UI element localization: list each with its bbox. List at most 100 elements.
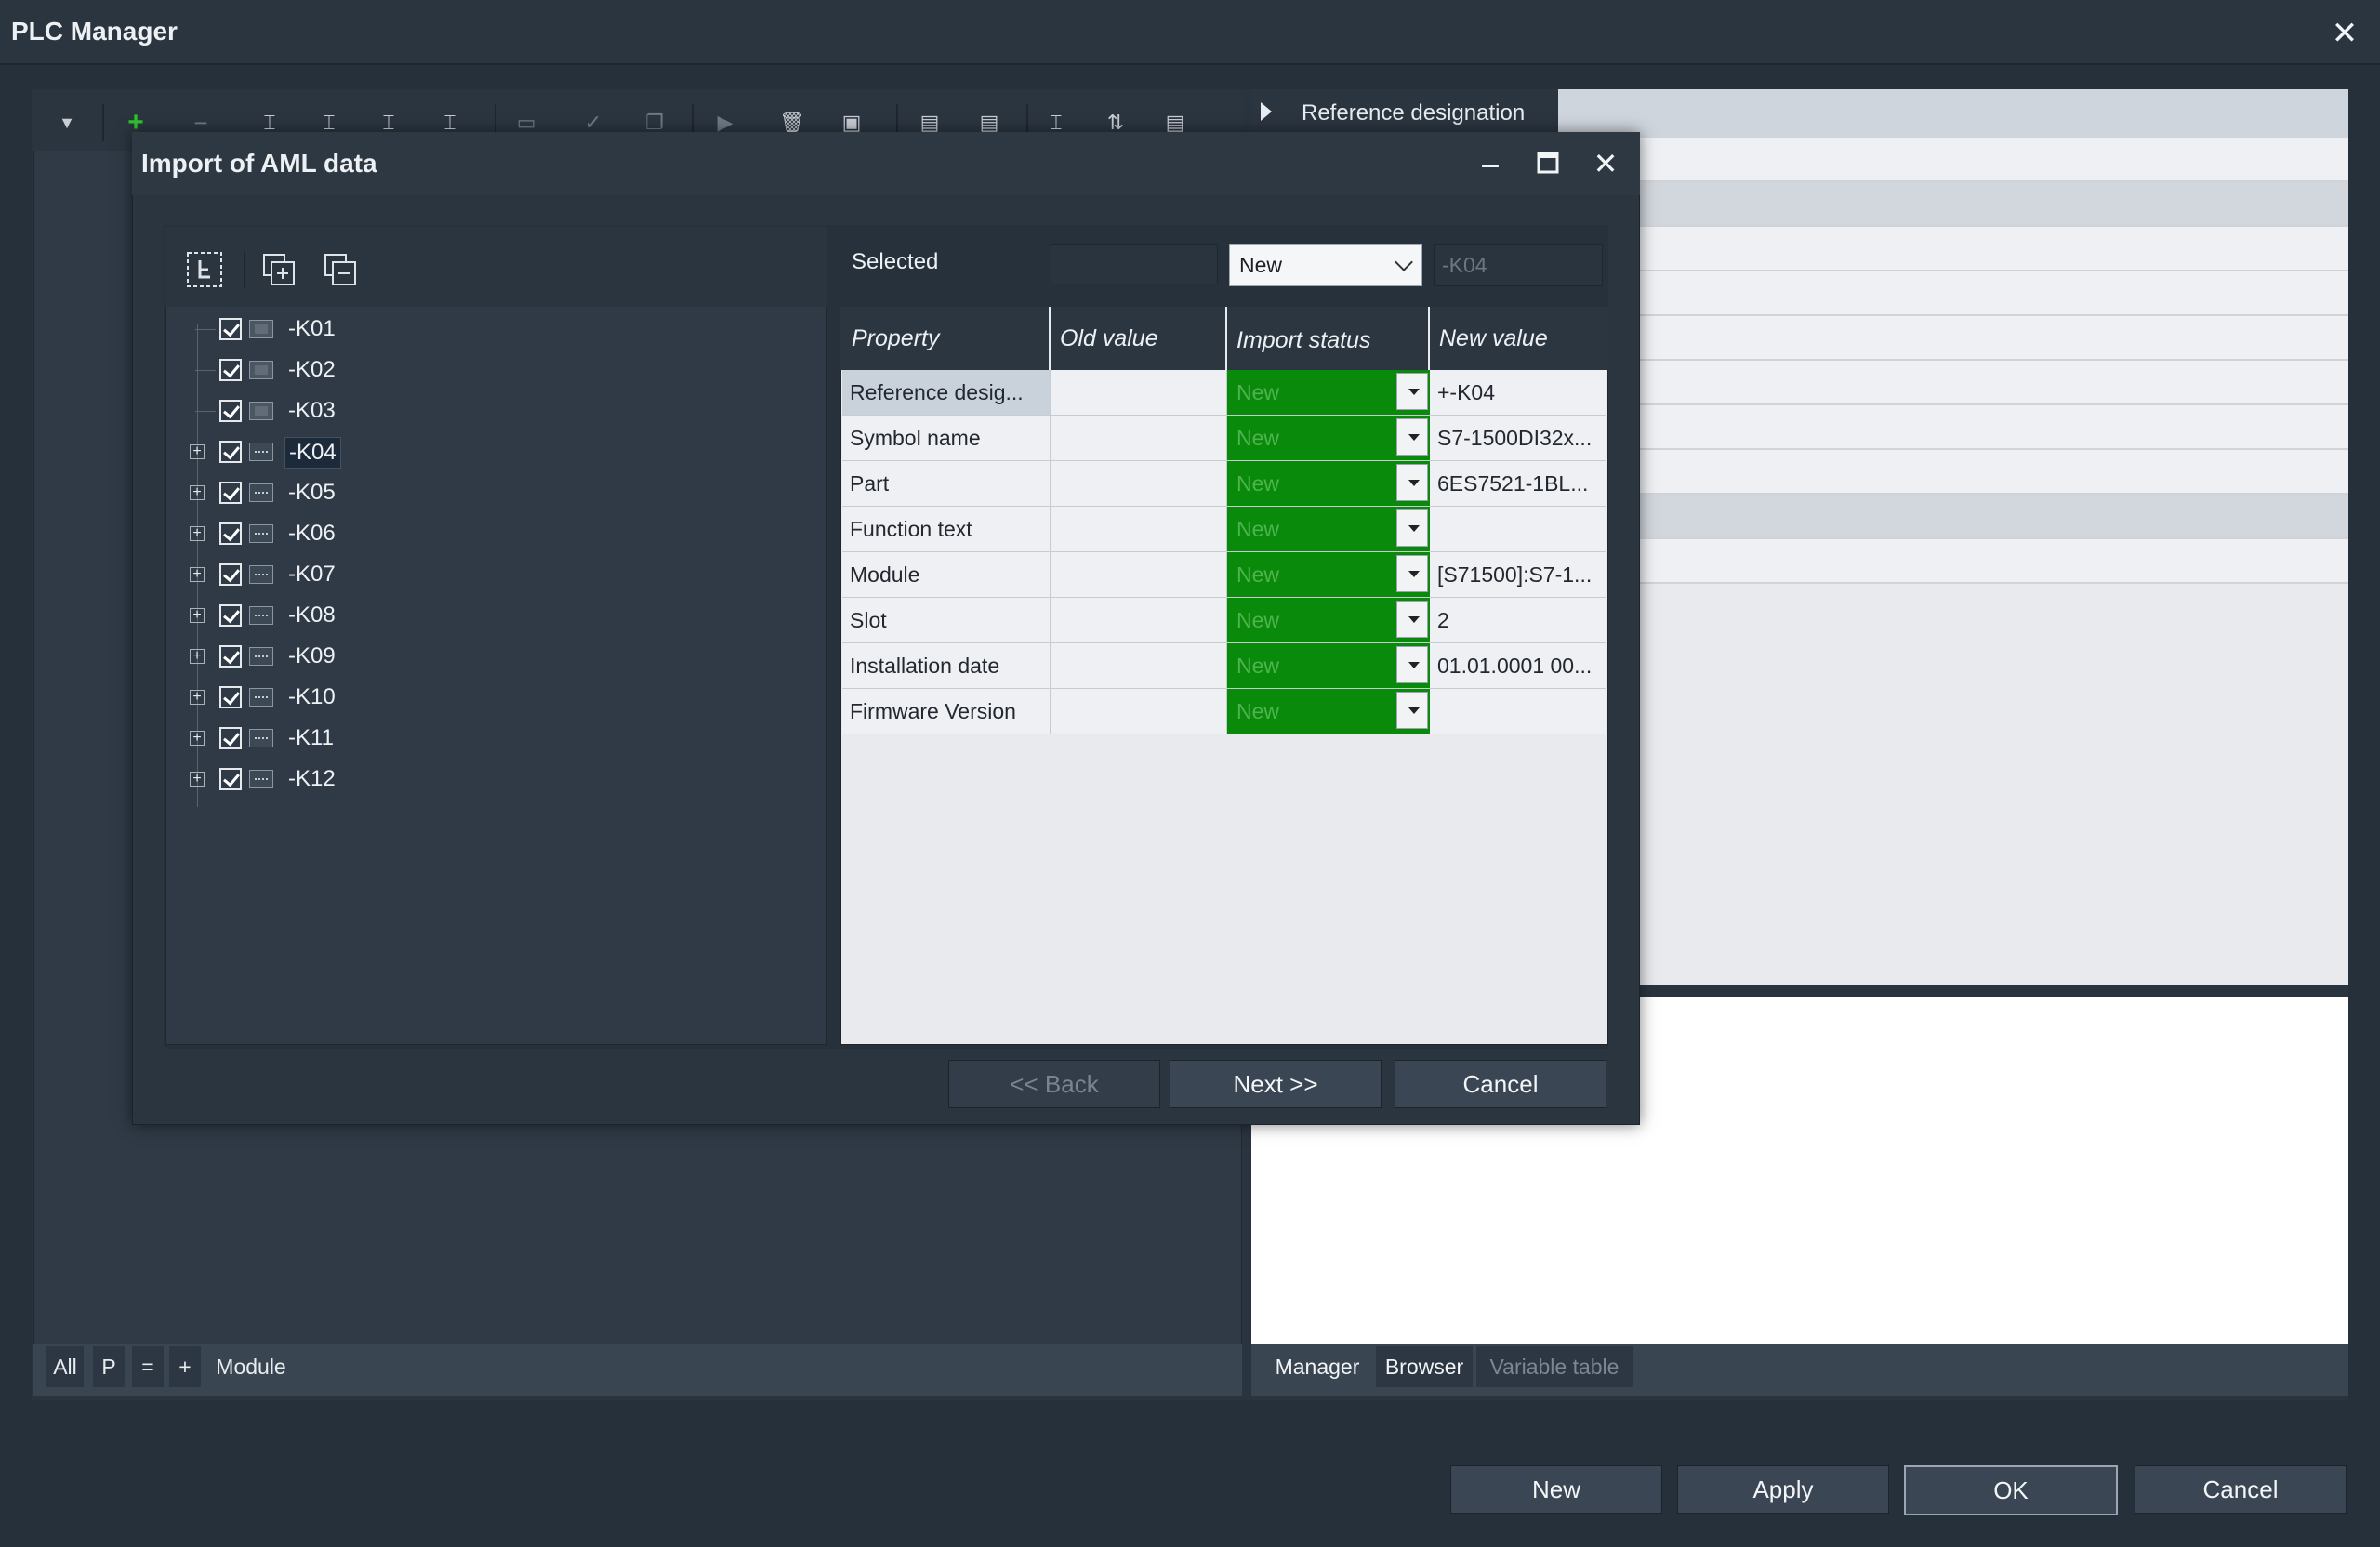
dropdown-arrow-icon[interactable]: [1396, 509, 1428, 547]
tree-item[interactable]: + -K04: [177, 431, 641, 472]
expand-all-icon[interactable]: [258, 249, 299, 290]
selected-value-field[interactable]: -K04: [1434, 244, 1603, 286]
grid-row[interactable]: Symbol name New S7-1500DI32x...: [842, 416, 1606, 461]
dropdown-arrow-icon[interactable]: [1396, 555, 1428, 592]
tree-item[interactable]: -K02: [177, 350, 641, 390]
tree-checkbox[interactable]: [219, 441, 242, 463]
expand-plus-icon[interactable]: +: [190, 567, 205, 582]
column-header-old-value[interactable]: Old value: [1051, 307, 1227, 370]
maximize-icon[interactable]: [1528, 145, 1567, 182]
tree-checkbox[interactable]: [219, 522, 242, 545]
expand-arrow-icon[interactable]: [1261, 102, 1272, 121]
tree-checkbox[interactable]: [219, 727, 242, 749]
import-status-cell[interactable]: New: [1227, 552, 1430, 597]
import-status-cell[interactable]: New: [1227, 689, 1430, 734]
new-value-cell: 2: [1430, 598, 1606, 642]
old-value-cell: [1051, 643, 1227, 688]
tree-item-label: -K04: [284, 437, 341, 469]
tree-item[interactable]: + -K08: [177, 595, 641, 636]
tree-item[interactable]: + -K05: [177, 472, 641, 513]
back-button[interactable]: << Back: [948, 1060, 1160, 1108]
expand-plus-icon[interactable]: +: [190, 526, 205, 541]
grid-row[interactable]: Slot New 2: [842, 598, 1606, 643]
tree-checkbox[interactable]: [219, 563, 242, 586]
grid-row[interactable]: Function text New: [842, 507, 1606, 552]
import-status-cell[interactable]: New: [1227, 643, 1430, 688]
tree-checkbox[interactable]: [219, 686, 242, 708]
tab-module[interactable]: Module: [206, 1346, 296, 1387]
dropdown-arrow-icon[interactable]: [1396, 692, 1428, 729]
dropdown-arrow-icon[interactable]: [1396, 464, 1428, 501]
dropdown-arrow-icon[interactable]: [1396, 646, 1428, 683]
tree-item[interactable]: + -K11: [177, 718, 641, 759]
import-status-cell[interactable]: New: [1227, 507, 1430, 551]
new-value-cell: +-K04: [1430, 370, 1606, 415]
import-status-value: New: [1236, 517, 1280, 541]
tab-all[interactable]: All: [46, 1346, 84, 1387]
import-status-cell[interactable]: New: [1227, 461, 1430, 506]
next-button[interactable]: Next >>: [1170, 1060, 1382, 1108]
expand-plus-icon[interactable]: +: [190, 772, 205, 787]
ok-button[interactable]: OK: [1904, 1465, 2118, 1515]
device-icon: [249, 320, 273, 338]
import-status-cell[interactable]: New: [1227, 598, 1430, 642]
column-header-new-value[interactable]: New value: [1430, 307, 1606, 370]
tree-item[interactable]: + -K12: [177, 759, 641, 800]
import-status-cell[interactable]: New: [1227, 370, 1430, 415]
cancel-button[interactable]: Cancel: [2135, 1465, 2347, 1514]
tree-checkbox[interactable]: [219, 482, 242, 504]
tab-p[interactable]: P: [93, 1346, 125, 1387]
tree-item[interactable]: + -K07: [177, 554, 641, 595]
tab-browser[interactable]: Browser: [1376, 1346, 1473, 1387]
tree-item[interactable]: -K01: [177, 309, 641, 350]
tree-checkbox[interactable]: [219, 359, 242, 381]
selected-status-dropdown[interactable]: New: [1229, 244, 1422, 286]
tree-checkbox[interactable]: [219, 768, 242, 790]
tab-manager[interactable]: Manager: [1263, 1346, 1372, 1387]
column-header-import-status[interactable]: Import status: [1227, 307, 1430, 370]
minimize-icon[interactable]: –: [1471, 145, 1510, 182]
apply-button[interactable]: Apply: [1677, 1465, 1889, 1514]
dialog-title: Import of AML data: [141, 149, 377, 178]
new-button[interactable]: New: [1450, 1465, 1662, 1514]
grid-row[interactable]: Part New 6ES7521-1BL...: [842, 461, 1606, 507]
dropdown-arrow-icon[interactable]: [1396, 418, 1428, 456]
import-status-cell[interactable]: New: [1227, 416, 1430, 460]
dialog-close-icon[interactable]: ✕: [1586, 145, 1625, 182]
expand-plus-icon[interactable]: +: [190, 690, 205, 705]
grid-row[interactable]: Firmware Version New: [842, 689, 1606, 734]
old-value-cell: [1051, 598, 1227, 642]
app-close-icon[interactable]: ✕: [2324, 13, 2365, 54]
tab-plus[interactable]: +: [169, 1346, 201, 1387]
tree-item[interactable]: + -K09: [177, 636, 641, 677]
tree-checkbox[interactable]: [219, 400, 242, 422]
import-status-value: New: [1236, 699, 1280, 723]
dialog-cancel-button[interactable]: Cancel: [1395, 1060, 1606, 1108]
tree-checkbox[interactable]: [219, 645, 242, 668]
tree-item[interactable]: -K03: [177, 390, 641, 431]
expand-plus-icon[interactable]: +: [190, 608, 205, 623]
tree-item[interactable]: + -K06: [177, 513, 641, 554]
expand-plus-icon[interactable]: +: [190, 731, 205, 746]
expand-plus-icon[interactable]: +: [190, 444, 205, 459]
grid-row[interactable]: Module New [S71500]:S7-1...: [842, 552, 1606, 598]
tab-equals[interactable]: =: [132, 1346, 164, 1387]
tree-item[interactable]: + -K10: [177, 677, 641, 718]
tab-variable-table[interactable]: Variable table: [1476, 1346, 1633, 1387]
tree-item-label: -K03: [288, 398, 336, 423]
selected-property-field[interactable]: [1051, 244, 1218, 284]
expand-plus-icon[interactable]: +: [190, 485, 205, 500]
tree-view-icon[interactable]: [184, 249, 225, 290]
dropdown-arrow-icon[interactable]: [1396, 601, 1428, 638]
grid-row[interactable]: Installation date New 01.01.0001 00...: [842, 643, 1606, 689]
column-header-property[interactable]: Property: [842, 307, 1051, 370]
tree-checkbox[interactable]: [219, 318, 242, 340]
new-value-cell: 6ES7521-1BL...: [1430, 461, 1606, 506]
property-cell: Symbol name: [842, 416, 1051, 460]
dropdown-arrow-icon[interactable]: [1396, 373, 1428, 410]
toolbar-menu-arrow-icon[interactable]: ▼: [48, 104, 86, 141]
tree-checkbox[interactable]: [219, 604, 242, 627]
collapse-all-icon[interactable]: [320, 249, 361, 290]
expand-plus-icon[interactable]: +: [190, 649, 205, 664]
grid-row[interactable]: Reference desig... New +-K04: [842, 370, 1606, 416]
